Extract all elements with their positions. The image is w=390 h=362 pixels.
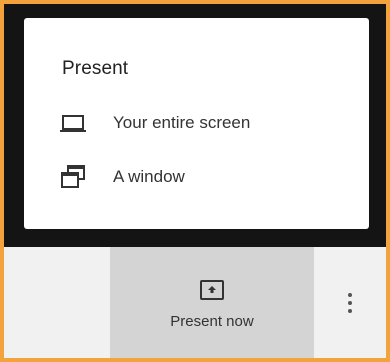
present-now-button[interactable]: Present now xyxy=(110,247,314,358)
window-icon xyxy=(59,165,87,188)
menu-item-label: Your entire screen xyxy=(113,113,251,132)
laptop-icon xyxy=(59,112,87,134)
present-to-all-icon xyxy=(199,279,225,301)
menu-title: Present xyxy=(62,58,129,79)
menu-item-label: A window xyxy=(113,167,185,186)
bottom-toolbar: Present now xyxy=(4,247,386,358)
present-menu: Present Your entire screen A window xyxy=(24,18,369,229)
menu-item-a-window[interactable]: A window xyxy=(24,155,369,199)
screenshot-frame: Present Your entire screen A window Pres… xyxy=(0,0,390,362)
video-area: Present Your entire screen A window xyxy=(4,4,386,247)
present-now-label: Present now xyxy=(170,313,254,330)
menu-item-entire-screen[interactable]: Your entire screen xyxy=(24,101,369,145)
more-options-button[interactable] xyxy=(336,287,364,319)
